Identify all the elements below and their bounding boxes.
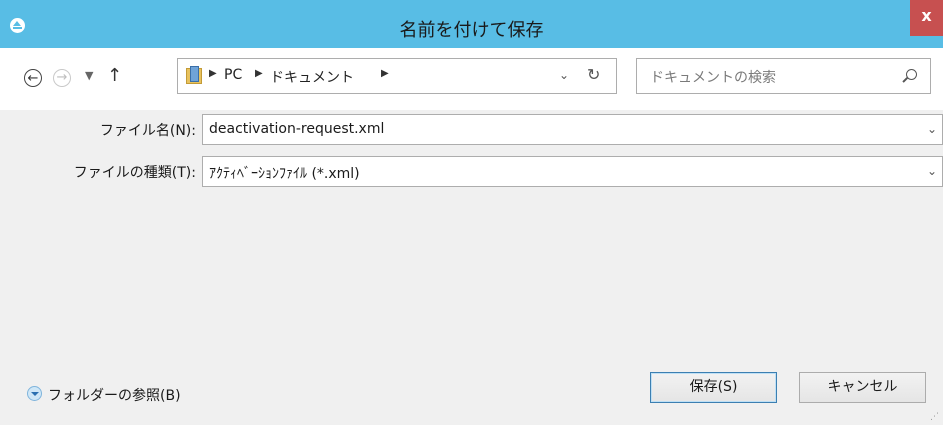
chevron-right-icon[interactable]: ▶ [209,68,217,79]
breadcrumb-documents[interactable]: ドキュメント [270,67,354,87]
filetype-value: ｱｸﾃｨﾍﾞｰｼｮﾝﾌｧｲﾙ (*.xml) [209,166,360,182]
title-bar[interactable]: 名前を付けて保存 x [0,0,943,48]
filename-value: deactivation-request.xml [209,121,385,137]
address-bar[interactable]: ▶ PC ▶ ドキュメント ▶ ⌄ ↻ [177,58,617,94]
folder-icon [186,66,202,84]
resize-grip[interactable]: ⋰ [930,412,939,422]
navigation-bar: ← → ▼ ↑ ▶ PC ▶ ドキュメント ▶ ⌄ ↻ ドキュメントの検索 [0,48,943,110]
search-placeholder: ドキュメントの検索 [650,70,776,86]
close-button[interactable]: x [910,0,943,36]
cancel-button[interactable]: キャンセル [799,372,926,403]
chevron-down-icon[interactable]: ⌄ [927,164,937,178]
filename-field[interactable]: deactivation-request.xml ⌄ [202,114,943,145]
recent-locations-icon[interactable]: ▼ [85,69,93,82]
chevron-right-icon[interactable]: ▶ [381,68,389,79]
filetype-select[interactable]: ｱｸﾃｨﾍﾞｰｼｮﾝﾌｧｲﾙ (*.xml) ⌄ [202,156,943,187]
breadcrumb-pc[interactable]: PC [224,67,242,83]
refresh-icon[interactable]: ↻ [587,65,600,84]
chevron-right-icon[interactable]: ▶ [255,68,263,79]
close-icon: x [921,6,932,25]
chevron-down-icon[interactable]: ⌄ [927,122,937,136]
up-arrow-icon[interactable]: ↑ [107,65,122,86]
save-button[interactable]: 保存(S) [650,372,777,403]
back-arrow-icon[interactable]: ← [24,69,42,87]
browse-folders-label: フォルダーの参照(B) [48,388,181,404]
filename-label: ファイル名(N): [99,123,196,139]
save-as-dialog: 名前を付けて保存 x ← → ▼ ↑ ▶ PC ▶ ドキュメント ▶ ⌄ ↻ ド… [0,0,943,425]
filetype-label: ファイルの種類(T): [73,165,196,181]
search-icon[interactable] [906,69,917,80]
forward-arrow-icon[interactable]: → [53,69,71,87]
search-input[interactable]: ドキュメントの検索 [636,58,931,94]
chevron-down-icon[interactable]: ⌄ [559,68,569,82]
expand-circle-icon [27,386,42,401]
dialog-title: 名前を付けて保存 [399,20,544,41]
